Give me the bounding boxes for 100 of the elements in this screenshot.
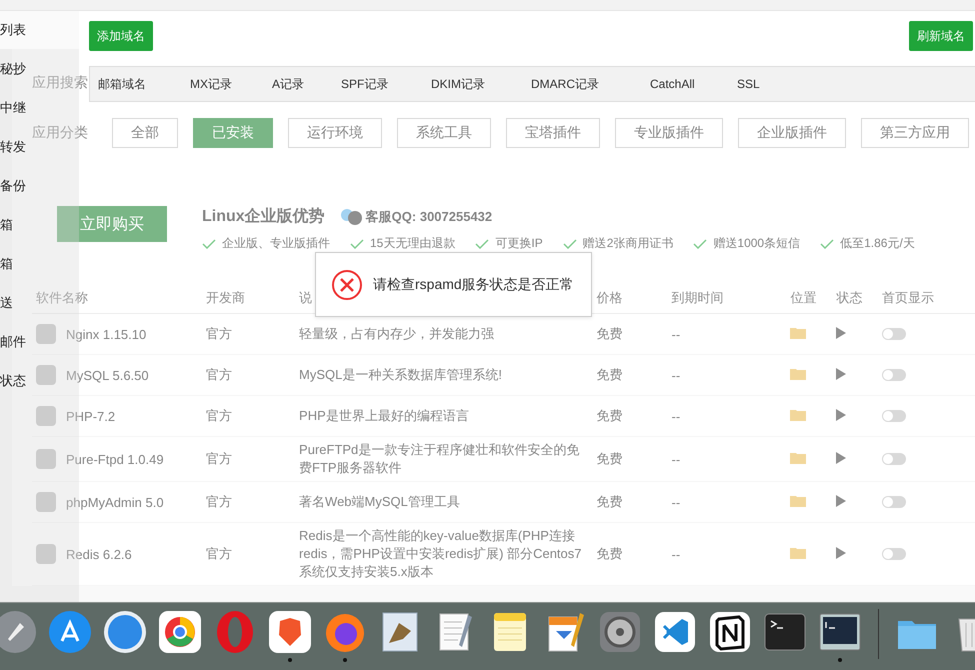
toggle-switch[interactable] <box>882 369 906 381</box>
expiry-cell: -- <box>672 368 680 382</box>
column-header: 价格 <box>596 290 623 305</box>
software-name: Nginx 1.15.10 <box>66 326 146 342</box>
feature-text: 15天无理由退款 <box>370 235 456 252</box>
category-tab[interactable]: 第三方应用 <box>861 118 969 148</box>
app-store-icon[interactable] <box>47 609 93 655</box>
feature-text: 赠送1000条短信 <box>713 235 800 252</box>
column-header: 首页显示 <box>882 290 934 305</box>
column-header: 邮箱域名 <box>98 76 146 90</box>
check-icon <box>202 238 216 248</box>
lion-shield-icon[interactable] <box>267 609 313 655</box>
column-header: DKIM记录 <box>431 76 485 90</box>
column-header: 位置 <box>790 290 816 305</box>
play-icon[interactable] <box>836 546 846 558</box>
notebook-cube-icon[interactable] <box>707 609 753 655</box>
category-tab[interactable]: 已安装 <box>193 118 273 148</box>
price-cell: 免费 <box>596 367 623 382</box>
expiry-cell: -- <box>672 546 680 562</box>
check-icon <box>562 238 577 248</box>
feature-text: 赠送2张商用证书 <box>582 235 674 252</box>
column-header: 说 <box>299 290 312 305</box>
expiry-cell: -- <box>672 452 680 466</box>
code-editor-icon[interactable] <box>652 609 698 655</box>
column-header: A记录 <box>272 76 304 90</box>
toggle-switch[interactable] <box>882 410 906 422</box>
category-tab[interactable]: 企业版插件 <box>738 118 846 148</box>
column-header: 软件名称 <box>36 290 88 305</box>
expiry-cell: -- <box>672 326 680 342</box>
check-icon <box>475 238 490 248</box>
column-header: DMARC记录 <box>531 76 599 90</box>
category-tab[interactable]: 系统工具 <box>397 118 491 148</box>
play-icon[interactable] <box>836 326 846 338</box>
column-header: 开发商 <box>206 290 245 305</box>
sidebar-item[interactable]: 状态 <box>0 372 26 390</box>
error-icon <box>331 268 363 300</box>
developer-cell: 官方 <box>206 408 232 423</box>
add-domain-button[interactable]: 添加域名 <box>89 21 153 51</box>
check-icon <box>820 238 834 248</box>
category-tab[interactable]: 宝塔插件 <box>506 118 600 148</box>
toggle-switch[interactable] <box>882 328 906 340</box>
check-icon <box>693 238 708 248</box>
sidebar-item[interactable]: 列表 <box>0 21 26 39</box>
price-cell: 免费 <box>596 546 623 561</box>
category-tab[interactable]: 运行环境 <box>288 118 382 148</box>
description-cell: MySQL是一种关系数据库管理系统! <box>299 367 502 382</box>
software-name: phpMyAdmin 5.0 <box>66 494 164 510</box>
price-cell: 免费 <box>596 326 623 341</box>
refresh-domain-button[interactable]: 刷新域名 <box>909 21 973 51</box>
toggle-switch[interactable] <box>882 496 906 508</box>
app-icon <box>36 365 56 385</box>
developer-cell: 官方 <box>206 451 232 466</box>
contact-text: 客服QQ: 3007255432 <box>366 208 492 226</box>
check-icon <box>350 238 364 248</box>
expiry-cell: -- <box>672 494 680 510</box>
category-tab[interactable]: 专业版插件 <box>615 118 723 148</box>
play-icon[interactable] <box>836 494 846 506</box>
column-header: SPF记录 <box>341 76 388 90</box>
sidebar-item[interactable]: 备份 <box>0 176 26 194</box>
software-name: Redis 6.2.6 <box>66 546 132 562</box>
software-name: MySQL 5.6.50 <box>66 368 149 382</box>
developer-cell: 官方 <box>206 546 232 561</box>
description-cell: PHP是世界上最好的编程语言 <box>299 408 469 423</box>
software-name: Pure-Ftpd 1.0.49 <box>66 452 164 466</box>
browser-ring-icon[interactable] <box>157 609 203 655</box>
play-icon[interactable] <box>836 452 846 464</box>
sidebar-item[interactable]: 秘抄 <box>0 60 26 78</box>
app-icon <box>36 544 56 564</box>
app-icon <box>36 406 56 426</box>
play-icon[interactable] <box>836 408 846 420</box>
app-icon <box>36 449 56 469</box>
toggle-switch[interactable] <box>882 548 906 560</box>
sidebar-item[interactable]: 箱 <box>0 254 13 272</box>
column-header: CatchAll <box>650 77 695 91</box>
sidebar-item[interactable]: 箱 <box>0 216 13 234</box>
app-icon <box>36 324 56 344</box>
toggle-switch[interactable] <box>882 453 906 465</box>
price-cell: 免费 <box>596 451 623 466</box>
sidebar-item[interactable]: 送 <box>0 294 13 312</box>
column-header: 状态 <box>836 290 862 305</box>
description-cell: 著名Web端MySQL管理工具 <box>299 494 460 509</box>
app-icon <box>36 492 56 512</box>
feature-text: 可更换IP <box>495 235 543 252</box>
sidebar-item[interactable]: 中继 <box>0 98 26 116</box>
category-tab[interactable]: 全部 <box>112 118 178 148</box>
sidebar-item[interactable]: 转发 <box>0 138 26 156</box>
column-header: 到期时间 <box>672 290 724 305</box>
buy-button[interactable]: 立即购买 <box>57 206 167 242</box>
feature-text: 企业版、专业版插件 <box>222 235 330 252</box>
description-cell: PureFTPd是一款专注于程序健壮和软件安全的免费FTP服务器软件 <box>299 442 580 475</box>
promo-title: Linux企业版优势 <box>202 206 325 227</box>
play-icon[interactable] <box>836 368 846 380</box>
category-label: 应用分类 <box>32 124 89 142</box>
price-cell: 免费 <box>596 494 623 509</box>
sidebar-item[interactable]: 邮件 <box>0 332 26 350</box>
expiry-cell: -- <box>672 408 680 424</box>
toast-message: 请检查rspamd服务状态是否正常 <box>373 276 574 294</box>
software-name: PHP-7.2 <box>66 408 116 424</box>
feature-text: 低至1.86元/天 <box>840 235 915 252</box>
price-cell: 免费 <box>596 408 623 423</box>
